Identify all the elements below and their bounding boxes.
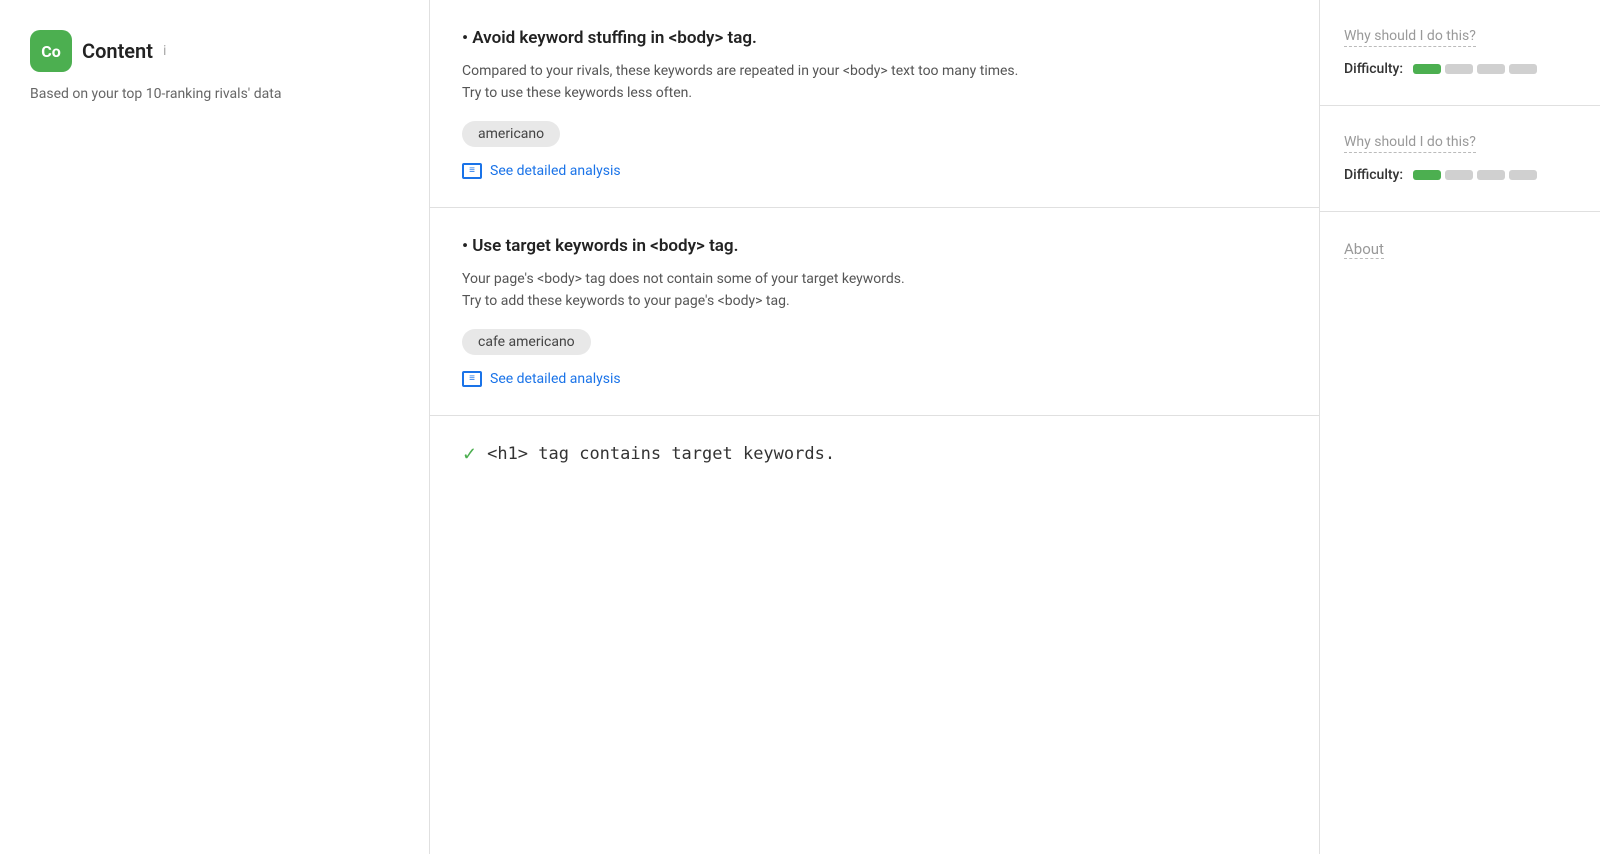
analysis-icon-2	[462, 371, 482, 387]
middle-column: • Avoid keyword stuffing in <body> tag. …	[430, 0, 1320, 854]
row-h1-contains-keywords: ✓ <h1> tag contains target keywords.	[430, 416, 1319, 493]
module-icon: Co	[30, 30, 72, 72]
difficulty-label-1: Difficulty:	[1344, 61, 1403, 77]
main-grid: Co Content i Based on your top 10-rankin…	[0, 0, 1600, 854]
row-use-target-keywords: • Use target keywords in <body> tag. You…	[430, 208, 1319, 416]
module-subtitle: Based on your top 10-ranking rivals' dat…	[30, 84, 399, 105]
row-avoid-keyword-stuffing: • Avoid keyword stuffing in <body> tag. …	[430, 0, 1319, 208]
right-column: Why should I do this? Difficulty: Why sh…	[1320, 0, 1600, 854]
issue-desc-2: Your page's <body> tag does not contain …	[462, 268, 1287, 313]
right-cell-3: About	[1320, 212, 1600, 287]
keyword-tag-2: cafe americano	[462, 329, 591, 355]
difficulty-bar-2	[1413, 170, 1537, 180]
issue-title-2: • Use target keywords in <body> tag.	[462, 236, 1287, 256]
module-info-icon[interactable]: i	[163, 43, 166, 59]
why-link-1[interactable]: Why should I do this?	[1344, 28, 1476, 47]
module-header: Co Content i	[30, 30, 399, 72]
module-title: Content	[82, 39, 153, 63]
bar-seg-1-3	[1477, 64, 1505, 74]
see-analysis-link-1[interactable]: See detailed analysis	[462, 163, 1287, 179]
bar-seg-1-2	[1445, 64, 1473, 74]
issue-desc-1: Compared to your rivals, these keywords …	[462, 60, 1287, 105]
check-row: ✓ <h1> tag contains target keywords.	[462, 444, 1287, 465]
difficulty-label-2: Difficulty:	[1344, 167, 1403, 183]
bar-seg-2-1	[1413, 170, 1441, 180]
about-link[interactable]: About	[1344, 240, 1384, 259]
bar-seg-1-4	[1509, 64, 1537, 74]
bar-seg-2-4	[1509, 170, 1537, 180]
h1-check-title: <h1> tag contains target keywords.	[487, 444, 835, 464]
bar-seg-2-2	[1445, 170, 1473, 180]
difficulty-bar-1	[1413, 64, 1537, 74]
right-cell-2: Why should I do this? Difficulty:	[1320, 106, 1600, 212]
checkmark-icon: ✓	[462, 444, 477, 465]
bar-seg-1-1	[1413, 64, 1441, 74]
right-cell-1: Why should I do this? Difficulty:	[1320, 0, 1600, 106]
analysis-icon-1	[462, 163, 482, 179]
difficulty-row-1: Difficulty:	[1344, 61, 1576, 77]
difficulty-row-2: Difficulty:	[1344, 167, 1576, 183]
why-link-2[interactable]: Why should I do this?	[1344, 134, 1476, 153]
see-analysis-link-2[interactable]: See detailed analysis	[462, 371, 1287, 387]
issue-title-1: • Avoid keyword stuffing in <body> tag.	[462, 28, 1287, 48]
keyword-tag-1: americano	[462, 121, 560, 147]
bar-seg-2-3	[1477, 170, 1505, 180]
left-column: Co Content i Based on your top 10-rankin…	[0, 0, 430, 854]
